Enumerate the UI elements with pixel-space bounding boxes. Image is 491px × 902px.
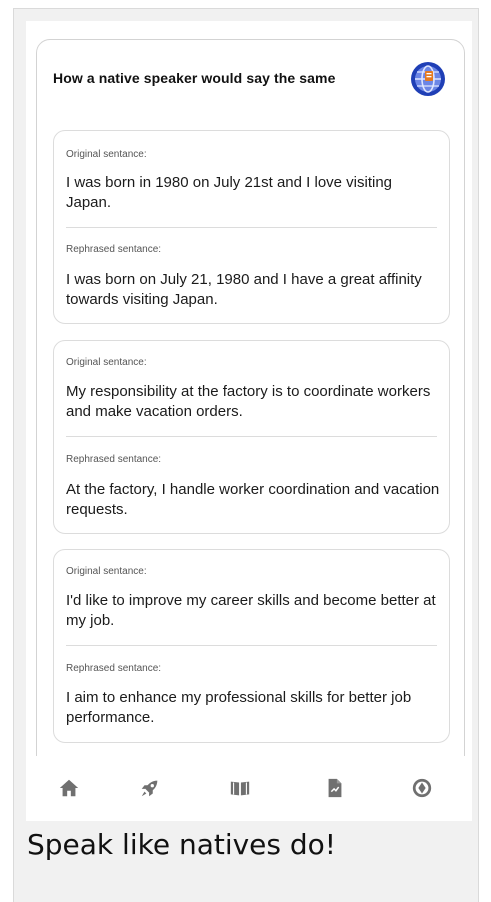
app-screen: How a native speaker would say the same … <box>26 21 472 821</box>
sentence-card: Original sentance: I was born in 1980 on… <box>53 130 450 324</box>
home-icon <box>59 779 79 797</box>
original-text: I'd like to improve my career skills and… <box>66 592 436 629</box>
original-text: I was born in 1980 on July 21st and I lo… <box>66 174 393 211</box>
nav-rocket[interactable] <box>136 774 164 802</box>
sentence-card: Original sentance: I'd like to improve m… <box>53 549 450 743</box>
book-icon <box>230 781 250 796</box>
nav-globe[interactable] <box>408 774 436 802</box>
original-label: Original sentance: <box>66 149 147 160</box>
rephrased-text: I aim to enhance my professional skills … <box>66 689 412 726</box>
document-icon <box>328 778 342 798</box>
rephrased-label: Rephrased sentance: <box>66 244 162 255</box>
tagline: Speak like natives do! <box>27 828 337 861</box>
original-label: Original sentance: <box>66 566 147 577</box>
original-label: Original sentance: <box>66 357 147 368</box>
sentence-card: Original sentance: My responsibility at … <box>53 340 450 534</box>
card-divider <box>66 227 437 228</box>
original-text: My responsibility at the factory is to c… <box>66 383 431 420</box>
panel-header: How a native speaker would say the same <box>37 40 464 120</box>
bottom-nav <box>26 756 472 821</box>
rephrased-text: I was born on July 21, 1980 and I have a… <box>66 271 422 308</box>
nav-document[interactable] <box>321 774 349 802</box>
rephrased-label: Rephrased sentance: <box>66 663 162 674</box>
rephrase-panel: How a native speaker would say the same … <box>36 39 465 799</box>
rephrased-text: At the factory, I handle worker coordina… <box>66 481 440 518</box>
card-divider <box>66 436 437 437</box>
nav-book[interactable] <box>226 774 254 802</box>
nav-home[interactable] <box>55 774 83 802</box>
rocket-icon <box>141 780 158 797</box>
rephrased-label: Rephrased sentance: <box>66 454 162 465</box>
card-divider <box>66 645 437 646</box>
globe-logo-icon[interactable] <box>409 60 447 98</box>
panel-title: How a native speaker would say the same <box>53 70 336 86</box>
globe-icon <box>412 778 432 798</box>
